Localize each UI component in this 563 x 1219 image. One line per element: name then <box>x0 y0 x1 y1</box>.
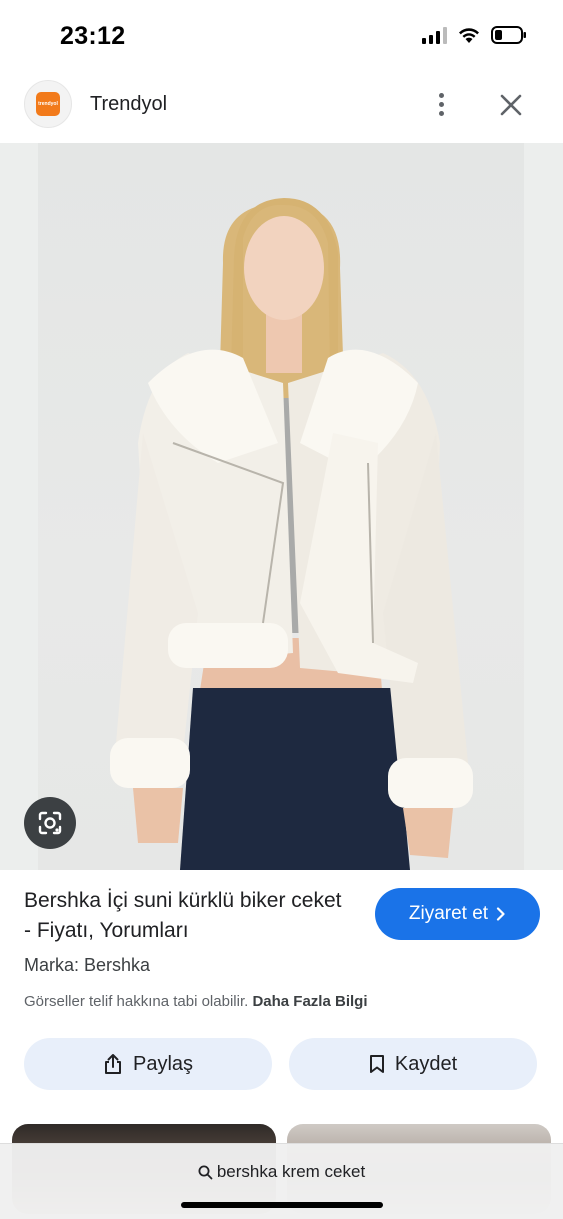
copyright-text: Görseller telif hakkına tabi olabilir. <box>24 993 249 1010</box>
site-name[interactable]: Trendyol <box>90 93 167 116</box>
chevron-right-icon <box>496 907 505 921</box>
site-logo[interactable]: trendyol <box>24 80 72 128</box>
share-icon <box>104 1054 121 1074</box>
result-header: trendyol Trendyol <box>0 76 563 144</box>
more-vert-icon <box>438 92 444 98</box>
close-icon <box>500 94 522 116</box>
learn-more-link[interactable]: Daha Fazla Bilgi <box>252 993 367 1010</box>
copyright-notice: Görseller telif hakkına tabi olabilir. D… <box>24 993 367 1010</box>
logo-text: trendyol <box>38 101 58 107</box>
bottom-search[interactable]: bershka krem ceket <box>0 1162 563 1182</box>
trendyol-logo-icon: trendyol <box>36 92 60 116</box>
bottom-search-bar[interactable]: bershka krem ceket <box>0 1143 563 1219</box>
product-title[interactable]: Bershka İçi suni kürklü biker ceket - Fi… <box>24 886 354 946</box>
status-icons <box>422 26 527 44</box>
battery-icon <box>491 26 527 44</box>
more-options-button[interactable] <box>426 88 456 120</box>
product-photo <box>38 143 524 870</box>
brand-label: Marka: Bershka <box>24 955 151 975</box>
save-button-label: Kaydet <box>394 1052 458 1075</box>
wifi-icon <box>457 26 481 44</box>
visit-button[interactable]: Ziyaret et <box>375 888 540 940</box>
share-button[interactable]: Paylaş <box>24 1038 272 1090</box>
status-time: 23:12 <box>60 22 126 50</box>
status-bar: 23:12 <box>0 0 563 76</box>
search-query: bershka krem ceket <box>216 1162 366 1181</box>
cellular-signal-icon <box>422 26 447 44</box>
home-indicator[interactable] <box>181 1202 383 1208</box>
share-button-label: Paylaş <box>132 1052 194 1075</box>
visit-button-label: Ziyaret et <box>408 903 489 924</box>
search-icon <box>198 1165 213 1179</box>
close-button[interactable] <box>496 90 526 120</box>
bookmark-icon <box>369 1055 384 1073</box>
product-image[interactable] <box>0 143 563 870</box>
google-lens-icon <box>38 811 62 835</box>
google-lens-button[interactable] <box>24 797 76 849</box>
model-illustration <box>110 198 473 870</box>
save-button[interactable]: Kaydet <box>289 1038 537 1090</box>
